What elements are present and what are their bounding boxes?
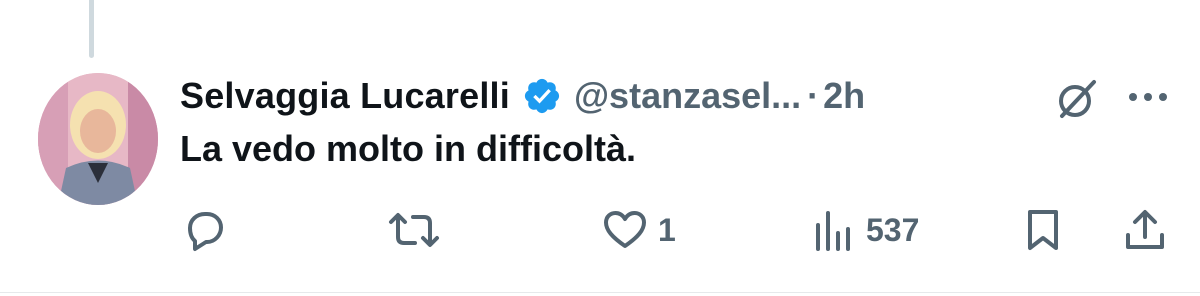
separator-dot: · bbox=[807, 75, 820, 116]
like-button[interactable]: 1 bbox=[602, 206, 676, 254]
reply-button[interactable] bbox=[182, 206, 228, 254]
reply-icon bbox=[188, 212, 223, 251]
post-actions-bar: 1 537 bbox=[0, 200, 1200, 260]
post-text: La vedo molto in difficoltà. bbox=[180, 128, 637, 169]
post-timestamp[interactable]: 2h bbox=[823, 75, 865, 117]
avatar-image bbox=[38, 73, 158, 205]
like-icon bbox=[604, 211, 646, 248]
repost-button[interactable] bbox=[388, 206, 440, 254]
author-name[interactable]: Selvaggia Lucarelli bbox=[180, 75, 510, 117]
repost-icon bbox=[389, 213, 439, 247]
like-count: 1 bbox=[658, 211, 676, 248]
author-handle[interactable]: @stanzasel... bbox=[574, 75, 801, 117]
thread-connector-line bbox=[89, 0, 94, 58]
bookmark-icon bbox=[1028, 210, 1058, 250]
share-icon bbox=[1126, 210, 1164, 249]
divider bbox=[0, 292, 1200, 293]
share-button[interactable] bbox=[1122, 206, 1168, 254]
views-button[interactable]: 537 bbox=[810, 206, 919, 254]
bookmark-button[interactable] bbox=[1020, 206, 1066, 254]
avatar[interactable] bbox=[38, 73, 158, 205]
verified-badge-icon bbox=[524, 78, 560, 114]
views-icon bbox=[816, 211, 850, 251]
post-header: Selvaggia Lucarelli @stanzasel... · 2h bbox=[180, 68, 865, 124]
views-count: 537 bbox=[866, 211, 920, 248]
grok-icon[interactable] bbox=[1054, 76, 1100, 122]
more-options-icon[interactable] bbox=[1126, 90, 1170, 104]
